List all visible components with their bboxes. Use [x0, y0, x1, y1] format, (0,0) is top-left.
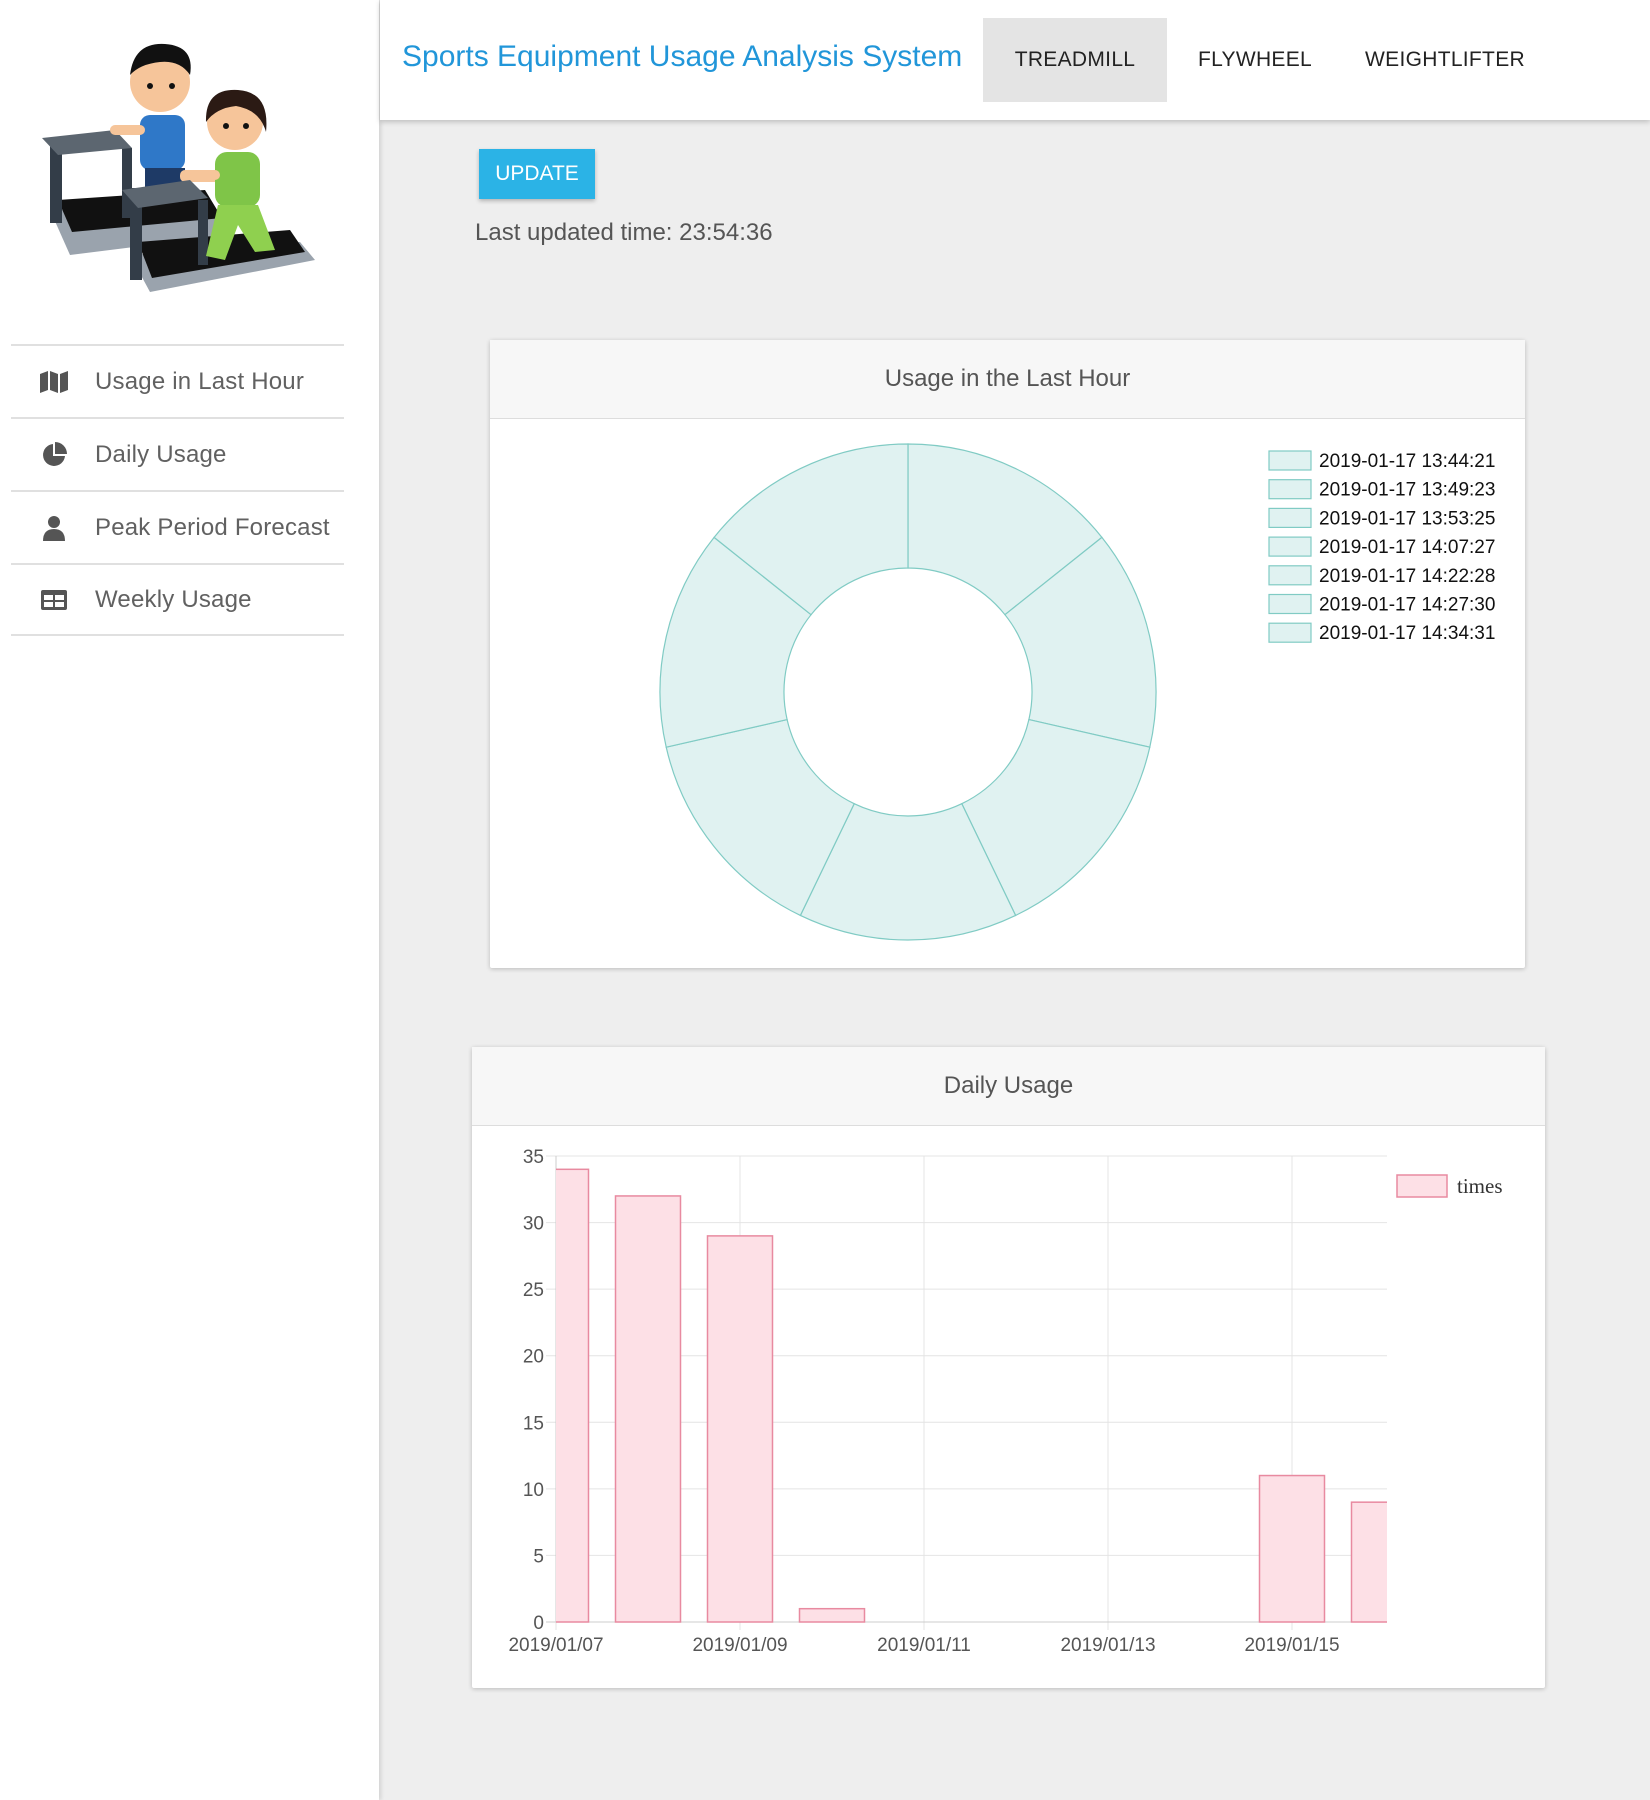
x-tick-label: 2019/01/11: [877, 1635, 971, 1656]
y-tick-label: 0: [533, 1613, 544, 1634]
bar[interactable]: [706, 1235, 774, 1623]
legend-swatch: [1268, 565, 1312, 586]
y-tick-label: 10: [523, 1480, 544, 1501]
update-button[interactable]: UPDATE: [479, 149, 595, 199]
y-tick-label: 20: [523, 1347, 544, 1368]
sidebar-item-daily-usage[interactable]: Daily Usage: [11, 417, 344, 490]
legend-label: times: [1457, 1174, 1503, 1198]
x-tick-label: 2019/01/09: [692, 1635, 787, 1656]
pie-chart-icon: [39, 440, 69, 470]
tab-weightlifter[interactable]: WEIGHTLIFTER: [1350, 18, 1540, 102]
bar[interactable]: [798, 1607, 866, 1623]
legend-label: 2019-01-17 13:49:23: [1319, 480, 1495, 501]
sidebar-item-label: Usage in Last Hour: [95, 367, 305, 395]
table-icon: [39, 585, 69, 615]
tab-treadmill[interactable]: TREADMILL: [983, 18, 1167, 102]
map-icon: [39, 367, 69, 397]
bar[interactable]: [614, 1195, 682, 1623]
y-tick-label: 35: [523, 1147, 544, 1168]
legend-label: 2019-01-17 13:53:25: [1319, 508, 1495, 529]
legend-label: 2019-01-17 14:07:27: [1319, 537, 1495, 558]
top-bar: Sports Equipment Usage Analysis System T…: [380, 0, 1650, 120]
user-icon: [39, 513, 69, 543]
sidebar-nav: Usage in Last Hour Daily Usage Peak Peri…: [11, 344, 344, 636]
last-updated-time: Last updated time: 23:54:36: [475, 219, 773, 246]
legend-swatch: [1268, 479, 1312, 500]
legend-label: 2019-01-17 14:22:28: [1319, 566, 1495, 587]
sidebar-item-usage-last-hour[interactable]: Usage in Last Hour: [11, 344, 344, 417]
legend-label: 2019-01-17 14:34:31: [1319, 623, 1495, 644]
bar[interactable]: [1258, 1474, 1326, 1623]
y-tick-label: 15: [523, 1413, 544, 1434]
card-title: Daily Usage: [472, 1047, 1545, 1126]
legend-swatch: [1268, 450, 1312, 471]
usage-last-hour-doughnut-chart: 2019-01-17 13:44:21 2019-01-17 13:49:23 20…: [659, 443, 1495, 941]
legend-swatch: [1268, 593, 1312, 615]
sidebar-item-label: Peak Period Forecast: [95, 513, 330, 541]
daily-usage-bar-chart: 0 5 10 15 20 25 30 35 2019/01/07 2019/01/09 2019/0…: [508, 1147, 1503, 1656]
bar[interactable]: [1350, 1501, 1417, 1623]
daily-usage-card: Daily Usage 0 5 10 15 20 25 30 35 2019/01/07 2019…: [472, 1047, 1545, 1688]
x-tick-label: 2019/01/07: [508, 1635, 603, 1656]
sidebar-item-label: Weekly Usage: [95, 585, 252, 613]
legend-swatch: [1268, 536, 1312, 557]
legend-swatch: [1268, 622, 1312, 643]
x-tick-label: 2019/01/15: [1244, 1635, 1339, 1656]
tab-flywheel[interactable]: FLYWHEEL: [1180, 18, 1330, 102]
sidebar-item-weekly-usage[interactable]: Weekly Usage: [11, 563, 344, 636]
legend-swatch: [1268, 507, 1312, 529]
app-title: Sports Equipment Usage Analysis System: [402, 40, 963, 73]
sidebar: Usage in Last Hour Daily Usage Peak Peri…: [0, 0, 379, 1800]
y-tick-label: 30: [523, 1214, 544, 1235]
y-tick-label: 5: [533, 1546, 544, 1567]
treadmill-runners-illustration: [42, 43, 315, 292]
legend-label: 2019-01-17 14:27:30: [1319, 595, 1495, 616]
card-title: Usage in the Last Hour: [490, 340, 1525, 419]
legend-label: 2019-01-17 13:44:21: [1319, 451, 1495, 472]
sidebar-item-peak-period-forecast[interactable]: Peak Period Forecast: [11, 490, 344, 563]
usage-last-hour-card: Usage in the Last Hour 2019-01-17 13:44:…: [490, 340, 1525, 968]
x-tick-label: 2019/01/13: [1060, 1635, 1155, 1656]
sidebar-item-label: Daily Usage: [95, 440, 227, 468]
legend-swatch: [1396, 1174, 1448, 1198]
y-tick-label: 25: [523, 1280, 544, 1301]
